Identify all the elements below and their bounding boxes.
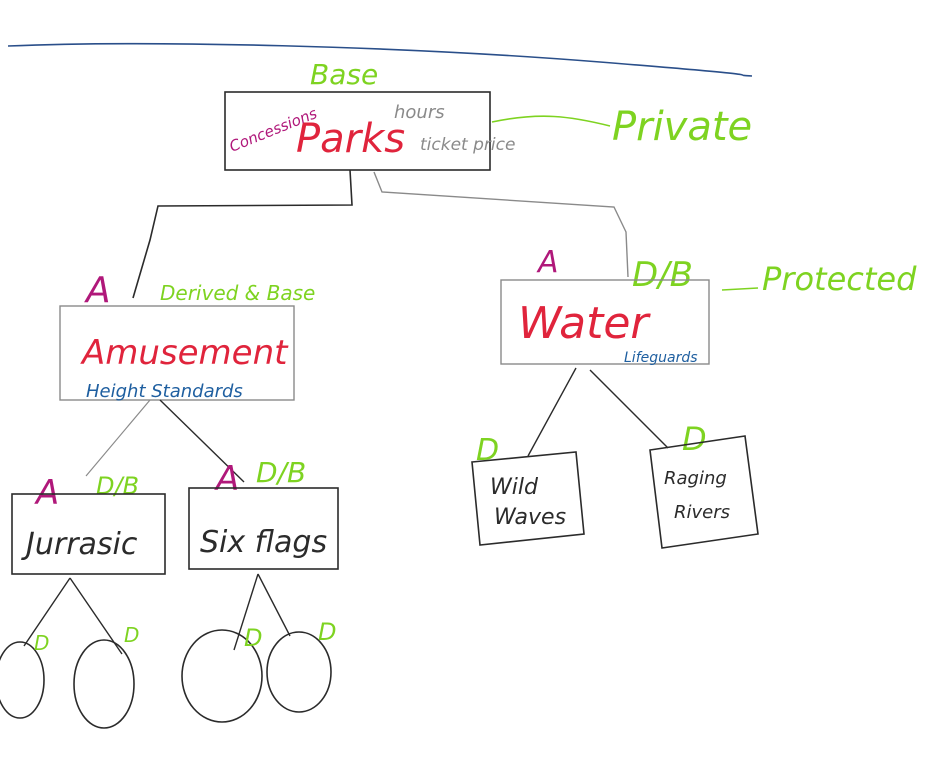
- parks-to-amusement-connector: [132, 169, 353, 299]
- parks-to-water-connector: [373, 171, 629, 278]
- hours-label: hours: [394, 102, 445, 123]
- sixflags-db-label: D/B: [256, 456, 306, 489]
- jurassic-child-right-marker: D: [124, 623, 139, 647]
- ticket-price-label: ticket price: [420, 135, 515, 155]
- ragingrivers-derived-marker: D: [682, 420, 707, 458]
- ragingrivers-title: Raging Rivers: [664, 468, 730, 523]
- jurassic-abstract-marker: A: [34, 473, 59, 513]
- derived-base-label: Derived & Base: [160, 281, 315, 305]
- private-label: Private: [612, 104, 752, 150]
- water-abstract-marker: A: [536, 245, 559, 280]
- sixflags-title: Six flags: [200, 525, 327, 560]
- protected-pointer-line: [721, 287, 759, 291]
- top-divider-line: [7, 42, 753, 77]
- sixflags-child-left-marker: D: [244, 624, 262, 652]
- water-db-label: D/B: [632, 255, 693, 295]
- amusement-to-jurassic-connector: [85, 399, 151, 477]
- jurassic-db-label: D/B: [96, 472, 139, 500]
- protected-label: Protected: [762, 260, 917, 298]
- wildwaves-derived-marker: D: [476, 433, 499, 468]
- water-to-wildwaves-connector: [527, 367, 577, 457]
- amusement-abstract-marker: A: [84, 270, 111, 311]
- jurassic-child-left-marker: D: [34, 631, 49, 655]
- private-pointer-line: [491, 115, 611, 127]
- jurassic-child-right-circle: [73, 639, 135, 729]
- wildwaves-title: Wild Waves: [490, 475, 566, 530]
- class-hierarchy-diagram: Base Parks Concessions hours ticket pric…: [0, 42, 917, 729]
- water-title: Water: [518, 298, 651, 349]
- lifeguards-label: Lifeguards: [624, 350, 698, 366]
- water-to-ragingrivers-connector: [589, 369, 669, 449]
- height-standards-label: Height Standards: [86, 381, 243, 402]
- sixflags-abstract-marker: A: [214, 459, 239, 499]
- jurassic-title: Jurrasic: [21, 527, 138, 562]
- base-label: Base: [310, 58, 378, 91]
- sixflags-child-right-marker: D: [318, 618, 336, 646]
- amusement-title: Amusement: [80, 333, 289, 373]
